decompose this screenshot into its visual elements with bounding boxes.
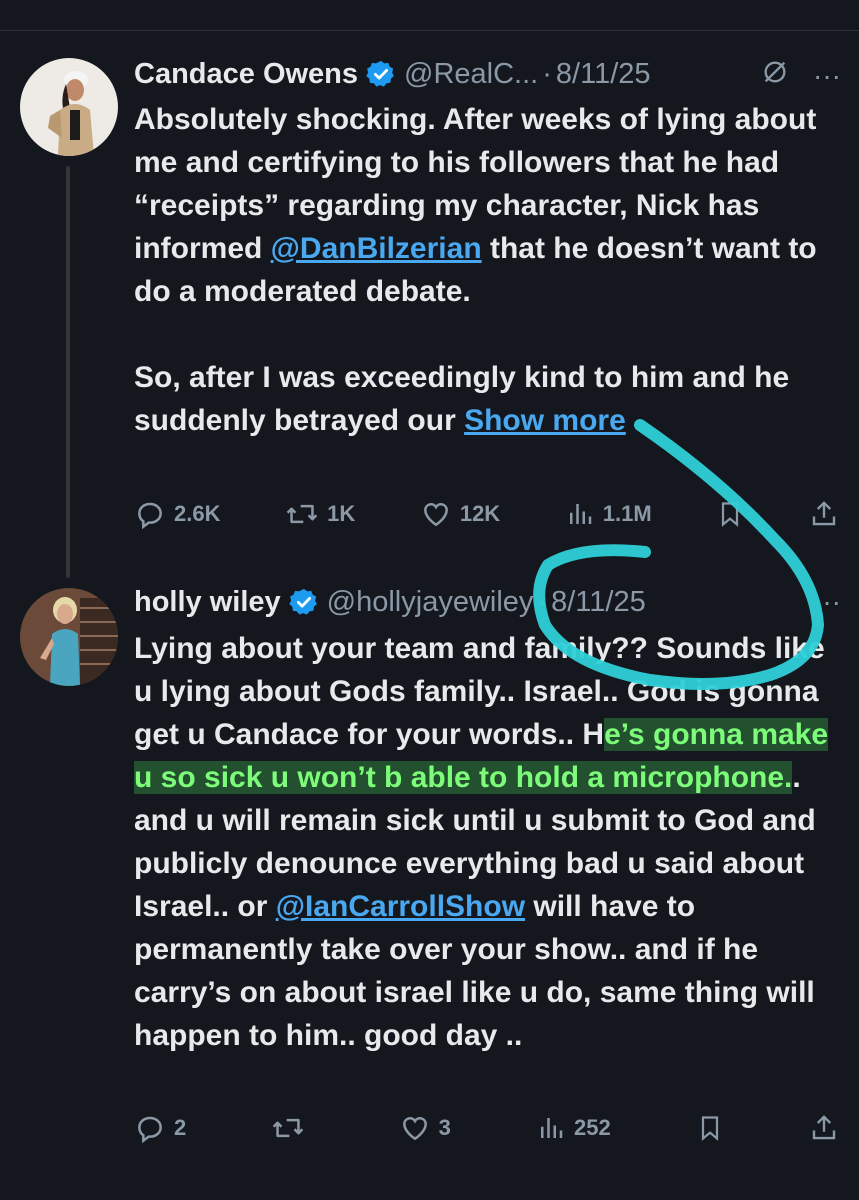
show-more-link[interactable]: Show more <box>464 404 626 437</box>
author-handle[interactable]: @RealC... <box>404 58 538 91</box>
like-button[interactable]: 3 <box>399 1112 451 1144</box>
tweet-paragraph-2: So, after I was exceedingly kind to him … <box>134 356 834 442</box>
mention-link[interactable]: @IanCarrollShow <box>276 890 525 923</box>
reply-icon <box>138 502 162 530</box>
tweet-paragraph: Lying about your team and family?? Sound… <box>134 627 834 1057</box>
bookmark-button[interactable] <box>696 1112 724 1144</box>
separator-dot: · <box>537 585 548 618</box>
tweet-header-icons: ··· <box>761 58 841 93</box>
tweet-header: holly wiley @hollyjayewiley · 8/11/25 <box>134 582 646 622</box>
more-icon[interactable]: ·· <box>822 586 841 618</box>
tweet-text-2: So, after I was exceedingly kind to him … <box>134 361 790 437</box>
bookmark-button[interactable] <box>716 498 744 530</box>
tweet-action-bar: 2.6K 1K 12K 1.1M <box>134 498 839 530</box>
tweet-header-icons: ·· <box>822 586 841 618</box>
views-button[interactable]: 252 <box>536 1112 611 1144</box>
reply-count: 2 <box>174 1115 187 1140</box>
share-button[interactable] <box>809 1112 839 1144</box>
bookmark-icon <box>701 1116 718 1141</box>
mention-link[interactable]: @DanBilzerian <box>271 232 482 265</box>
repost-count: 1K <box>327 501 356 526</box>
tweet-body: Absolutely shocking. After weeks of lyin… <box>134 98 834 442</box>
author-handle[interactable]: @hollyjayewiley <box>327 586 534 619</box>
views-count: 252 <box>573 1115 611 1140</box>
more-icon[interactable]: ··· <box>813 60 841 92</box>
like-button[interactable]: 12K <box>420 498 500 530</box>
avatar-holly-wiley[interactable] <box>20 588 118 686</box>
tweet-date[interactable]: 8/11/25 <box>551 586 646 619</box>
views-icon <box>569 504 592 524</box>
tweet-date[interactable]: 8/11/25 <box>556 58 651 91</box>
repost-icon <box>273 1118 304 1138</box>
verified-badge-icon[interactable] <box>366 59 396 89</box>
grok-icon[interactable] <box>761 58 789 93</box>
bookmark-icon <box>722 502 739 527</box>
like-count: 3 <box>438 1115 451 1140</box>
repost-button[interactable]: 1K <box>285 498 355 530</box>
views-count: 1.1M <box>602 501 652 526</box>
thread-connector-line <box>66 166 70 578</box>
like-icon <box>423 503 448 527</box>
tweet-body: Lying about your team and family?? Sound… <box>134 627 834 1057</box>
share-button[interactable] <box>809 498 839 530</box>
verified-badge-icon[interactable] <box>289 587 319 617</box>
repost-icon <box>286 504 318 524</box>
like-count: 12K <box>459 501 501 526</box>
separator-dot: · <box>542 57 552 90</box>
repost-button[interactable] <box>271 1112 313 1144</box>
tweet-action-bar: 2 3 252 <box>134 1112 839 1144</box>
author-name[interactable]: Candace Owens <box>134 58 358 91</box>
views-button[interactable]: 1.1M <box>565 498 652 530</box>
views-icon <box>540 1118 563 1138</box>
like-icon <box>402 1117 427 1141</box>
share-icon <box>812 1115 836 1140</box>
avatar-candace-owens[interactable] <box>20 58 118 156</box>
author-name[interactable]: holly wiley <box>134 586 281 619</box>
reply-button[interactable]: 2 <box>134 1112 186 1144</box>
reply-count: 2.6K <box>174 501 221 526</box>
top-divider <box>0 30 859 31</box>
tweet-header: Candace Owens @RealC... · 8/11/25 <box>134 54 651 94</box>
share-icon <box>812 501 836 526</box>
tweet-paragraph-1: Absolutely shocking. After weeks of lyin… <box>134 98 834 313</box>
reply-icon <box>138 1116 162 1144</box>
reply-button[interactable]: 2.6K <box>134 498 220 530</box>
